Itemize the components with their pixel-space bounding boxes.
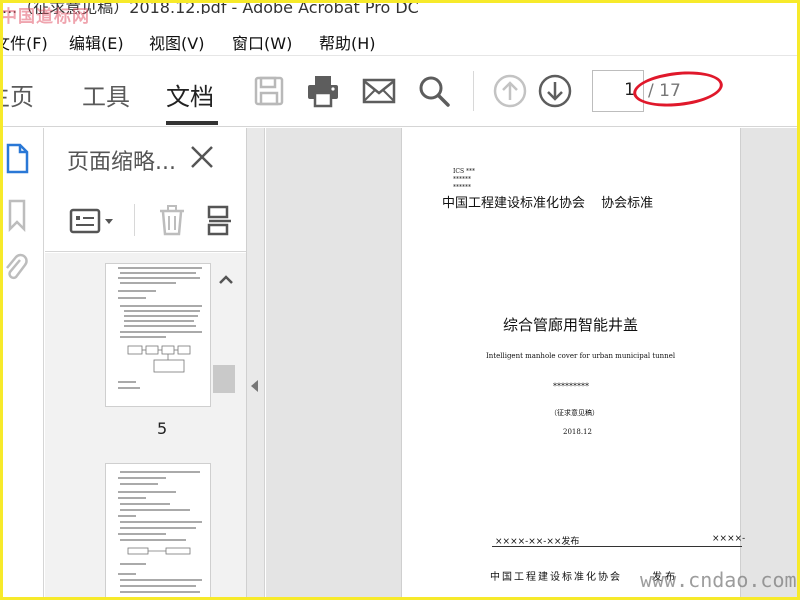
previous-page-icon[interactable] bbox=[492, 73, 528, 109]
doc-title-en: Intelligent manhole cover for urban muni… bbox=[486, 352, 676, 360]
collapse-arrow-icon bbox=[251, 380, 258, 392]
menu-view[interactable]: 视图(V) bbox=[149, 30, 204, 54]
doc-ics: ICS *** bbox=[453, 168, 475, 175]
menu-window[interactable]: 窗口(W) bbox=[232, 30, 292, 54]
document-view[interactable]: ICS *** ****** ****** 中国工程建设标准化协会 协会标准 综… bbox=[266, 128, 800, 600]
menu-file[interactable]: 文件(F) bbox=[0, 30, 48, 54]
email-icon[interactable] bbox=[361, 73, 397, 109]
active-tab-indicator bbox=[166, 121, 218, 125]
panel-title: 页面缩略... bbox=[67, 150, 176, 175]
options-menu-icon[interactable] bbox=[69, 208, 117, 234]
page-thumbnail-content bbox=[118, 471, 202, 600]
thumbnail-page-label: 5 bbox=[157, 419, 168, 438]
page-number-input[interactable]: 1 bbox=[592, 70, 644, 112]
delete-icon[interactable] bbox=[157, 204, 187, 236]
print-icon[interactable] bbox=[305, 73, 341, 109]
menu-edit[interactable]: 编辑(E) bbox=[69, 30, 124, 54]
scrollbar-thumb[interactable] bbox=[213, 365, 235, 393]
doc-publisher: 中国工程建设标准化协会 bbox=[490, 572, 622, 583]
bookmark-icon[interactable] bbox=[2, 198, 30, 232]
thumbnail-list[interactable]: 5 bbox=[45, 253, 246, 600]
page-thumbnail-content bbox=[118, 267, 202, 389]
toolbar: 主页 工具 文档 1 / 17 bbox=[0, 57, 800, 127]
attachment-icon[interactable] bbox=[2, 252, 30, 286]
document-page: ICS *** ****** ****** 中国工程建设标准化协会 协会标准 综… bbox=[401, 128, 745, 600]
doc-implement-date: ××××- bbox=[712, 534, 746, 544]
page-thumbnail-5[interactable] bbox=[105, 263, 211, 407]
left-navigation-rail bbox=[0, 128, 44, 600]
page-total: / 17 bbox=[648, 81, 681, 101]
watermark-bottom-right: www.cndao.com bbox=[640, 568, 797, 592]
doc-divider bbox=[492, 546, 742, 547]
watermark-top-left: 中国道标网 bbox=[0, 7, 90, 27]
panel-collapse-handle[interactable] bbox=[247, 128, 265, 600]
doc-code-b: ****** bbox=[453, 184, 471, 191]
menu-help[interactable]: 帮助(H) bbox=[319, 30, 376, 54]
insert-page-icon[interactable] bbox=[205, 204, 235, 236]
page-thumbnails-icon[interactable] bbox=[2, 142, 30, 176]
menu-bar: 文件(F) 编辑(E) 视图(V) 窗口(W) 帮助(H) bbox=[0, 24, 800, 56]
panel-toolbar bbox=[45, 188, 246, 252]
thumbnail-panel: 页面缩略... 5 bbox=[45, 128, 247, 600]
next-page-icon[interactable] bbox=[537, 73, 573, 109]
save-icon[interactable] bbox=[251, 73, 287, 109]
search-icon[interactable] bbox=[416, 73, 452, 109]
doc-date: 2018.12 bbox=[563, 428, 592, 436]
page-thumbnail-6[interactable] bbox=[105, 463, 211, 600]
doc-title-cn: 综合管廊用智能井盖 bbox=[503, 316, 639, 334]
close-icon[interactable] bbox=[187, 142, 217, 172]
panel-toolbar-separator bbox=[134, 204, 135, 236]
tab-tools[interactable]: 工具 bbox=[82, 77, 130, 112]
doc-code-c: ********* bbox=[553, 382, 589, 391]
doc-draft-note: （征求意见稿） bbox=[550, 409, 599, 417]
title-bar: ...（征求意见稿）2018.12.pdf - Adobe Acrobat Pr… bbox=[0, 0, 800, 14]
toolbar-separator bbox=[473, 71, 474, 111]
doc-code-a: ****** bbox=[453, 176, 471, 183]
tab-home[interactable]: 主页 bbox=[0, 77, 34, 112]
doc-organization: 中国工程建设标准化协会 协会标准 bbox=[442, 196, 654, 211]
scroll-up-icon[interactable] bbox=[215, 269, 237, 291]
tab-document[interactable]: 文档 bbox=[166, 77, 214, 112]
